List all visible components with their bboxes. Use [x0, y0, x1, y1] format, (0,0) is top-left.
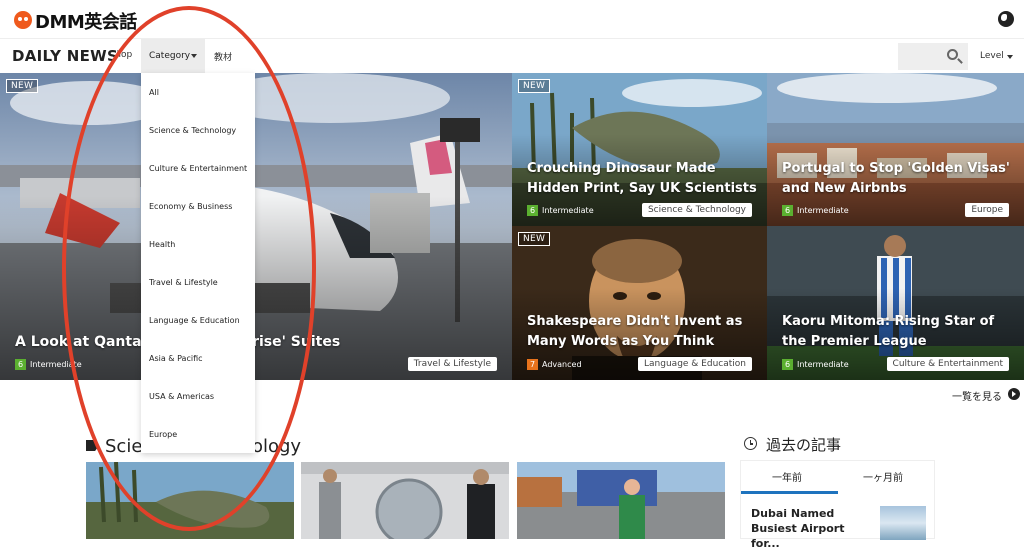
category-tag[interactable]: Language & Education	[638, 357, 752, 371]
dropdown-item-europe[interactable]: Europe	[149, 430, 177, 439]
card-dinosaur-image	[86, 462, 294, 539]
category-tag[interactable]: Travel & Lifestyle	[407, 357, 497, 371]
level-label: Intermediate	[30, 360, 82, 369]
daily-news-title[interactable]: DAILY NEWS	[12, 47, 118, 65]
article-title[interactable]: Kaoru Mitoma: Rising Star of the Premier…	[782, 312, 1014, 352]
level-label: Intermediate	[542, 206, 594, 215]
new-badge: NEW	[518, 232, 551, 246]
dropdown-item-culture-entertainment[interactable]: Culture & Entertainment	[149, 164, 247, 173]
level-indicator: 6 Intermediate	[15, 359, 82, 370]
dmm-logo-icon[interactable]	[14, 11, 32, 29]
level-menu-button[interactable]: Level	[980, 51, 1004, 61]
level-label: Advanced	[542, 360, 582, 369]
category-dropdown: All Science & Technology Culture & Enter…	[141, 73, 255, 453]
search-input[interactable]	[898, 43, 968, 70]
article-card[interactable]	[517, 462, 725, 539]
hero-main-article[interactable]: NEW A Look at Qantas' Luxury 'Sunrise' S…	[0, 73, 512, 380]
dropdown-item-travel-lifestyle[interactable]: Travel & Lifestyle	[149, 278, 218, 287]
article-tile[interactable]: NEW Crouching Dinosaur Made Hidden Print…	[512, 73, 767, 226]
article-tile[interactable]: Kaoru Mitoma: Rising Star of the Premier…	[767, 226, 1024, 380]
level-indicator: 6 Intermediate	[527, 205, 594, 216]
hero-shade	[0, 195, 512, 380]
nav-materials-link[interactable]: 教材	[214, 50, 232, 63]
active-tab-indicator	[741, 491, 838, 494]
level-label: Intermediate	[797, 206, 849, 215]
category-tag[interactable]: Europe	[965, 203, 1009, 217]
level-label: Intermediate	[797, 360, 849, 369]
level-indicator: 7 Advanced	[527, 359, 582, 370]
new-badge: NEW	[6, 79, 39, 93]
past-article-title[interactable]: Dubai Named Busiest Airport for...	[751, 506, 876, 551]
past-article-thumbnail[interactable]	[880, 506, 926, 540]
nav-bar: DAILY NEWS Top Category 教材 Level	[0, 38, 1024, 74]
nav-top-link[interactable]: Top	[117, 50, 132, 60]
dropdown-item-economy-business[interactable]: Economy & Business	[149, 202, 232, 211]
dropdown-item-usa-americas[interactable]: USA & Americas	[149, 392, 214, 401]
category-tag[interactable]: Culture & Entertainment	[886, 357, 1009, 371]
article-title[interactable]: Crouching Dinosaur Made Hidden Print, Sa…	[527, 159, 757, 199]
see-all-link[interactable]: 一覧を見る	[952, 388, 1002, 403]
past-articles-title: 過去の記事	[766, 436, 842, 454]
dropdown-item-science-technology[interactable]: Science & Technology	[149, 126, 236, 135]
dropdown-item-language-education[interactable]: Language & Education	[149, 316, 240, 325]
level-indicator: 6 Intermediate	[782, 205, 849, 216]
article-title[interactable]: Portugal to Stop 'Golden Visas' and New …	[782, 159, 1014, 199]
dropdown-item-health[interactable]: Health	[149, 240, 175, 249]
tag-icon	[86, 440, 99, 451]
card-outdoor-image	[517, 462, 725, 539]
level-number: 7	[527, 359, 538, 370]
article-tile[interactable]: Portugal to Stop 'Golden Visas' and New …	[767, 73, 1024, 226]
category-label: Category	[149, 51, 191, 61]
globe-icon[interactable]	[998, 11, 1014, 27]
tab-one-year[interactable]: 一年前	[772, 469, 802, 484]
tab-one-month[interactable]: 一ヶ月前	[863, 469, 903, 484]
search-icon[interactable]	[947, 49, 958, 60]
dropdown-item-asia-pacific[interactable]: Asia & Pacific	[149, 354, 203, 363]
clock-icon	[744, 437, 757, 450]
past-articles-panel: 一年前 一ヶ月前 Dubai Named Busiest Airport for…	[740, 460, 935, 550]
article-card[interactable]	[86, 462, 294, 539]
new-badge: NEW	[518, 79, 551, 93]
arrow-right-icon[interactable]	[1008, 388, 1020, 400]
level-number: 6	[15, 359, 26, 370]
category-menu-button[interactable]: Category	[141, 39, 205, 74]
article-card[interactable]	[301, 462, 509, 539]
chevron-down-icon	[1007, 55, 1013, 59]
level-number: 6	[782, 205, 793, 216]
dropdown-item-all[interactable]: All	[149, 88, 159, 97]
chevron-down-icon	[191, 54, 197, 58]
card-event-image	[301, 462, 509, 539]
category-tag[interactable]: Science & Technology	[641, 203, 752, 217]
level-indicator: 6 Intermediate	[782, 359, 849, 370]
site-logo[interactable]: DMM英会話	[35, 8, 137, 34]
article-tile[interactable]: NEW Shakespeare Didn't Invent as Many Wo…	[512, 226, 767, 380]
top-bar: DMM英会話	[0, 0, 1024, 38]
level-number: 6	[527, 205, 538, 216]
article-title[interactable]: Shakespeare Didn't Invent as Many Words …	[527, 312, 757, 352]
level-number: 6	[782, 359, 793, 370]
